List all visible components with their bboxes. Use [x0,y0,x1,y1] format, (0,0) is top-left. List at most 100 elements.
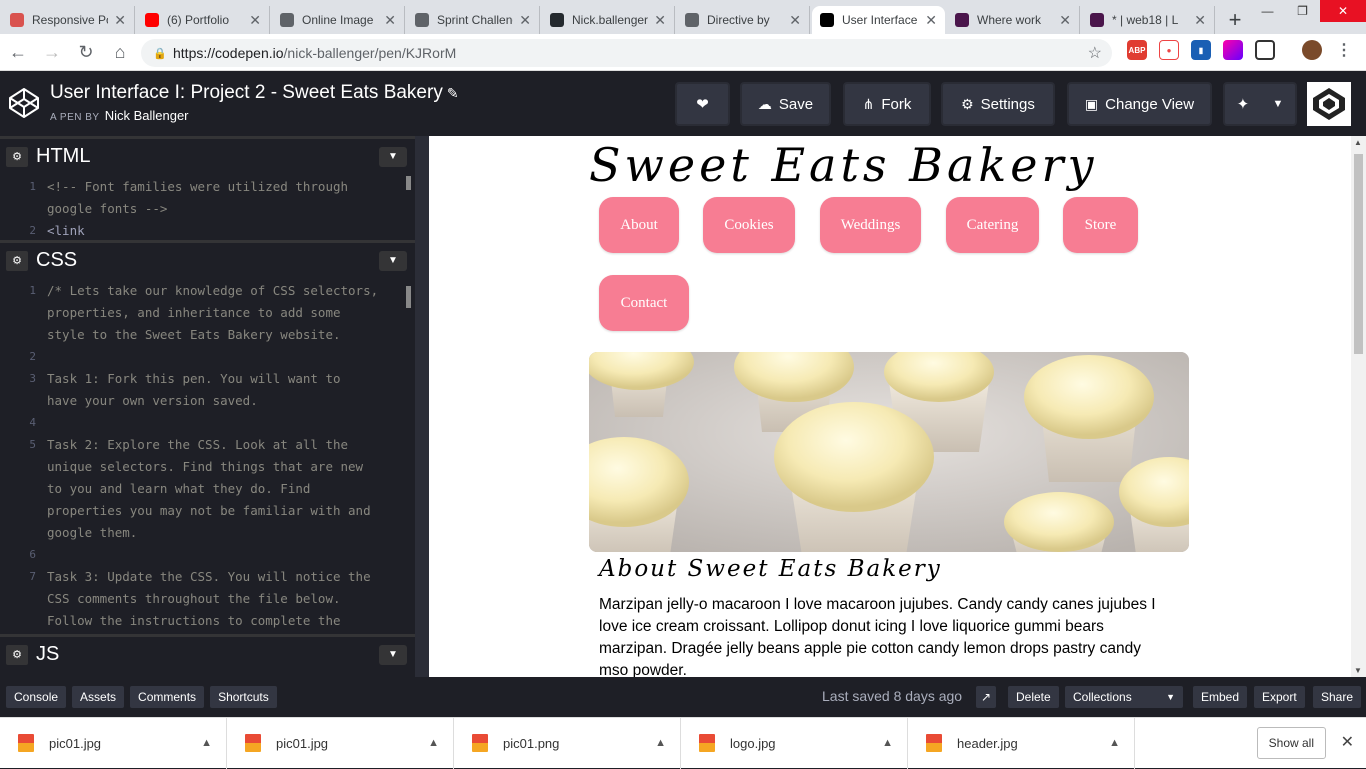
download-item[interactable]: pic01.png ▲ [454,717,681,769]
embed-button[interactable]: Embed [1193,686,1248,708]
extension-icon[interactable]: ● [1159,40,1179,60]
lock-icon: 🔒 [153,48,167,60]
comments-button[interactable]: Comments [130,686,205,708]
browser-tab[interactable]: Online Image ✕ [272,6,405,34]
downloads-bar: pic01.jpg ▲ pic01.jpg ▲ pic01.png ▲ logo.jpg ▲ h… [0,717,1366,769]
profile-avatar[interactable] [1302,40,1322,60]
resize-gutter[interactable] [415,136,429,677]
close-tab-icon[interactable]: ✕ [114,12,126,29]
scroll-thumb[interactable] [1354,154,1363,354]
browser-tab[interactable]: Nick.ballenger ✕ [542,6,675,34]
code-line: <!-- Font families were utilized through [47,179,349,194]
chevron-up-icon[interactable]: ▲ [428,737,439,749]
home-icon[interactable]: ⌂ [104,36,136,68]
preview-scrollbar[interactable]: ▲ ▼ [1351,136,1366,677]
browser-tab[interactable]: User Interface ✕ [812,6,945,34]
close-tab-icon[interactable]: ✕ [249,12,261,29]
tab-title: Nick.ballenger [572,13,649,27]
codepen-footer: Console Assets Comments Shortcuts Last s… [0,677,1366,717]
chevron-up-icon[interactable]: ▲ [1109,737,1120,749]
heart-button[interactable]: ❤ [675,82,730,126]
download-item[interactable]: logo.jpg ▲ [681,717,908,769]
screenshot-extension-icon[interactable] [1255,40,1275,60]
download-item[interactable]: header.jpg ▲ [908,717,1135,769]
show-all-button[interactable]: Show all [1256,727,1326,759]
js-settings-gear-icon[interactable]: ⚙ [6,644,28,665]
close-tab-icon[interactable]: ✕ [1059,12,1071,29]
restore-icon[interactable]: ❐ [1285,0,1320,22]
close-tab-icon[interactable]: ✕ [384,12,396,29]
nav-cookies-button[interactable]: Cookies [703,197,795,253]
browser-tab[interactable]: Directive by ✕ [677,6,810,34]
html-settings-gear-icon[interactable]: ⚙ [6,146,28,167]
pin-button[interactable]: ✦ ▼ [1223,82,1297,126]
new-tab-button[interactable]: + [1221,6,1249,34]
save-button[interactable]: ☁ Save [740,82,831,126]
close-tab-icon[interactable]: ✕ [789,12,801,29]
url-bar[interactable]: 🔒 https://codepen.io/nick-ballenger/pen/… [141,39,1112,67]
chevron-up-icon[interactable]: ▲ [655,737,666,749]
pen-title[interactable]: User Interface I: Project 2 - Sweet Eats… [50,82,459,104]
nav-store-button[interactable]: Store [1063,197,1138,253]
color-extension-icon[interactable] [1223,40,1243,60]
code-line: google them. [47,525,138,540]
html-scrollbar[interactable] [406,176,411,190]
download-filename: header.jpg [957,735,1018,751]
browser-tab[interactable]: (6) Portfolio ✕ [137,6,270,34]
browser-tab[interactable]: Where work ✕ [947,6,1080,34]
pencil-icon[interactable]: ✎ [447,85,459,101]
delete-button[interactable]: Delete [1008,686,1059,708]
browser-tab[interactable]: Responsive Portfolio ✕ [2,6,135,34]
nav-weddings-button[interactable]: Weddings [820,197,921,253]
cloud-icon: ☁ [757,95,772,112]
css-code-editor[interactable]: 1 /* Lets take our knowledge of CSS selec… [0,278,415,634]
reload-icon[interactable]: ↻ [70,36,102,68]
browser-tab[interactable]: * | web18 | L ✕ [1082,6,1215,34]
scroll-up-icon[interactable]: ▲ [1354,138,1362,147]
css-settings-gear-icon[interactable]: ⚙ [6,250,28,271]
assets-button[interactable]: Assets [72,686,125,708]
collections-dropdown[interactable]: Collections ▼ [1065,686,1183,708]
line-number: 5 [29,438,36,451]
console-button[interactable]: Console [6,686,67,708]
page-icon [685,13,699,27]
close-tab-icon[interactable]: ✕ [925,12,937,29]
shortcuts-button[interactable]: Shortcuts [210,686,277,708]
download-item[interactable]: pic01.jpg ▲ [227,717,454,769]
change-view-button[interactable]: ▣ Change View [1067,82,1212,126]
css-chevron-down-icon[interactable]: ▼ [379,250,407,271]
fork-button[interactable]: ⋔ Fork [843,82,931,126]
close-downloads-icon[interactable]: ✕ [1341,732,1354,752]
close-window-icon[interactable]: ✕ [1320,0,1366,22]
external-link-icon[interactable]: ↗ [976,686,996,708]
settings-button[interactable]: ⚙ Settings [941,82,1055,126]
close-tab-icon[interactable]: ✕ [519,12,531,29]
slack-icon [1090,13,1104,27]
export-button[interactable]: Export [1254,686,1305,708]
adblock-icon[interactable]: ABP [1127,40,1147,60]
html-chevron-down-icon[interactable]: ▼ [379,146,407,167]
close-tab-icon[interactable]: ✕ [1194,12,1206,29]
browser-tab[interactable]: Sprint Challenge ✕ [407,6,540,34]
nav-about-button[interactable]: About [599,197,679,253]
html-code-editor[interactable]: 1 <!-- Font families were utilized throug… [0,174,415,240]
css-scrollbar[interactable] [406,286,411,308]
close-tab-icon[interactable]: ✕ [654,12,666,29]
nav-contact-button[interactable]: Contact [599,275,689,331]
forward-icon[interactable]: → [36,36,68,68]
user-avatar[interactable] [1307,82,1351,126]
chevron-up-icon[interactable]: ▲ [201,737,212,749]
bookmark-star-icon[interactable]: ☆ [1088,43,1102,63]
minimize-icon[interactable]: — [1250,0,1285,22]
js-chevron-down-icon[interactable]: ▼ [379,644,407,665]
menu-icon[interactable]: ⋮ [1334,40,1354,60]
codepen-logo-icon[interactable] [8,87,40,119]
share-button[interactable]: Share [1313,686,1362,708]
nav-catering-button[interactable]: Catering [946,197,1039,253]
download-item[interactable]: pic01.jpg ▲ [0,717,227,769]
scroll-down-icon[interactable]: ▼ [1354,666,1362,675]
author-link[interactable]: Nick Ballenger [105,108,189,123]
chevron-up-icon[interactable]: ▲ [882,737,893,749]
back-icon[interactable]: ← [2,36,34,68]
bookmark-extension-icon[interactable]: ▮ [1191,40,1211,60]
